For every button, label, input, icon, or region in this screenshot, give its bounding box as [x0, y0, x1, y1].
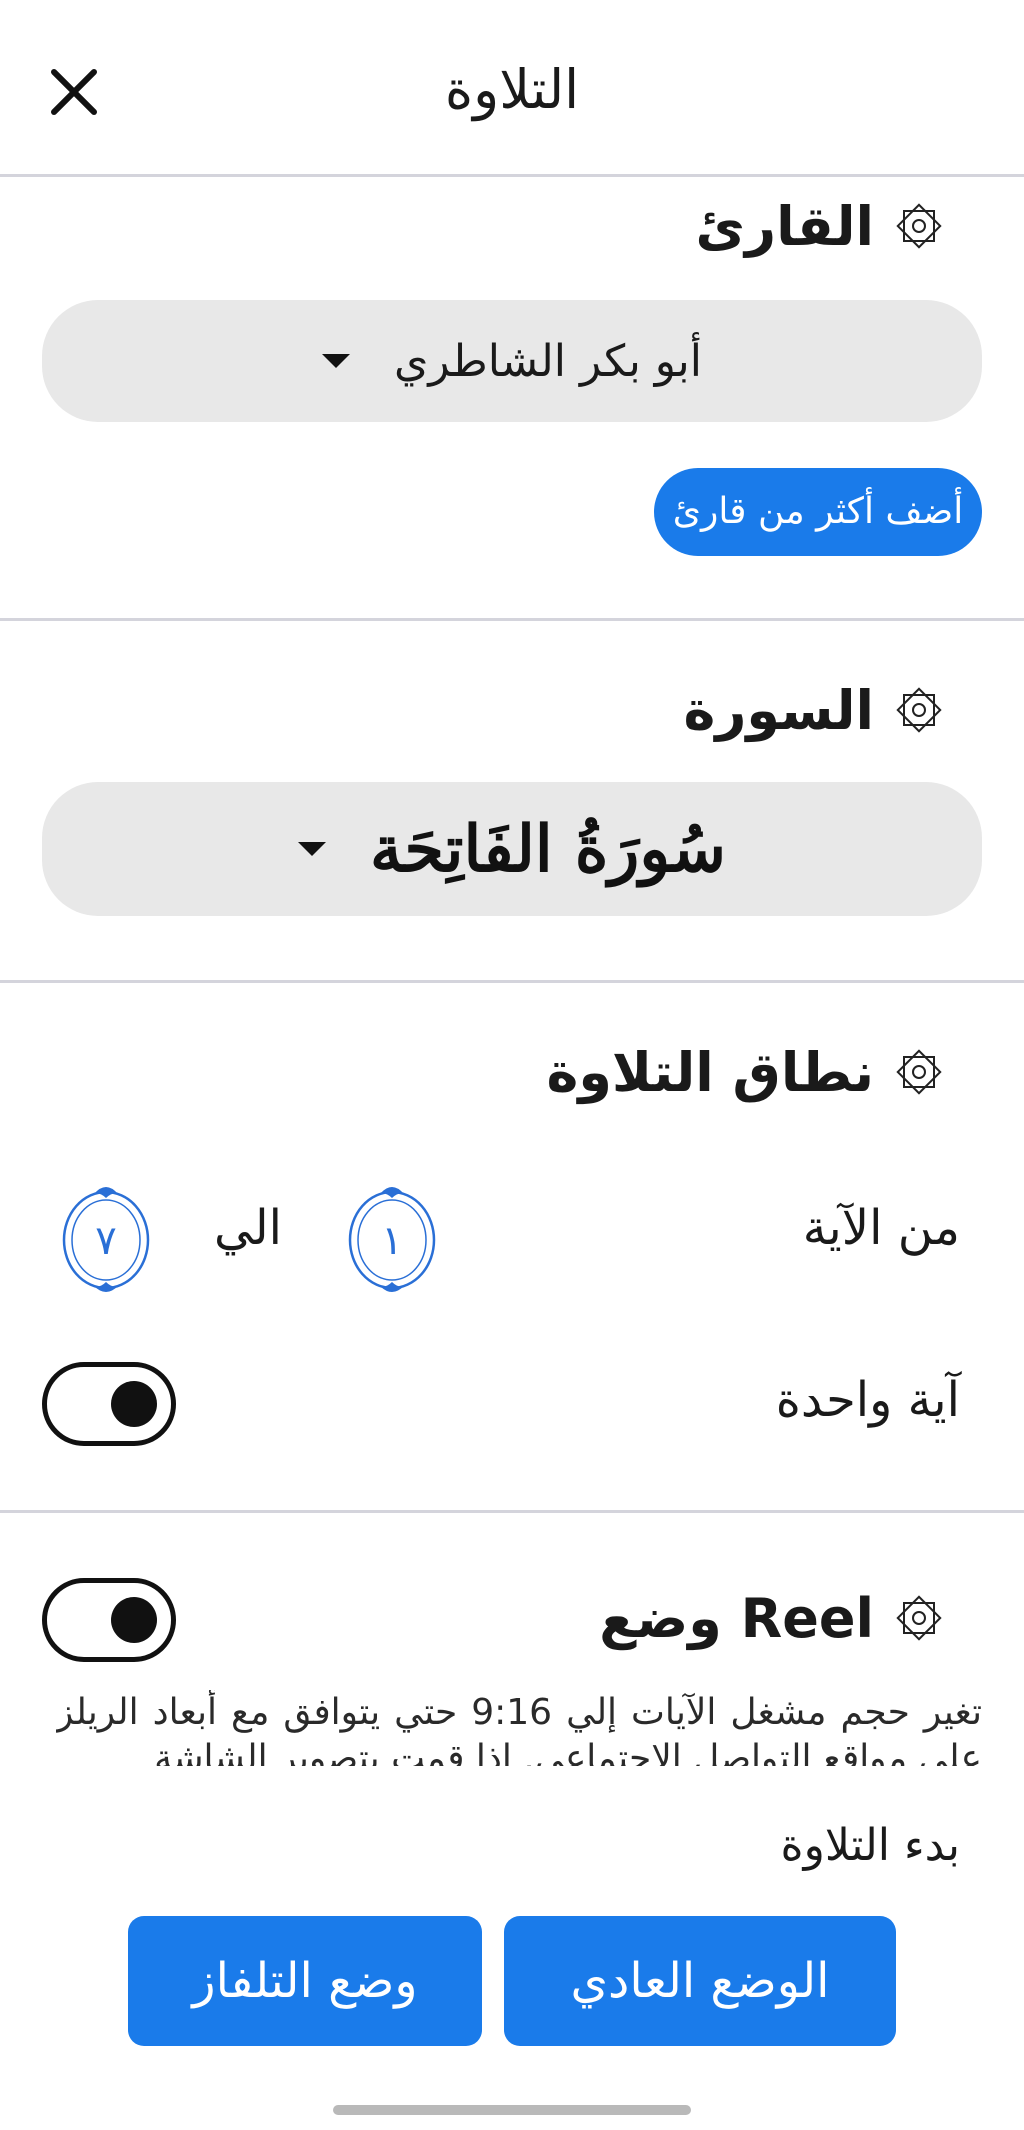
reciter-section-header: القارئ	[695, 186, 944, 266]
close-button[interactable]	[40, 58, 108, 126]
section-diamond-icon	[896, 1595, 942, 1641]
to-label: الي	[214, 1200, 282, 1256]
from-ayah-label: من الآية	[802, 1200, 960, 1256]
toggle-knob	[111, 1381, 157, 1427]
surah-title: السورة	[683, 678, 874, 742]
tv-mode-button[interactable]: وضع التلفاز	[128, 1916, 482, 2046]
reel-toggle[interactable]	[42, 1578, 176, 1662]
reciter-title: القارئ	[695, 194, 874, 258]
toggle-knob	[111, 1597, 157, 1643]
to-ayah-number: ٧	[95, 1218, 116, 1264]
reciter-selected: أبو بكر الشاطري	[393, 335, 703, 387]
to-ayah-marker[interactable]: ٧	[60, 1182, 152, 1292]
section-divider	[0, 1510, 1024, 1513]
from-ayah-marker[interactable]: ١	[346, 1182, 438, 1292]
range-title: نطاق التلاوة	[546, 1040, 874, 1104]
surah-selected: سُورَةُ الفَاتِحَة	[370, 811, 726, 887]
caret-down-icon	[298, 842, 326, 856]
from-ayah-number: ١	[381, 1218, 402, 1264]
section-divider	[0, 980, 1024, 983]
range-section-header: نطاق التلاوة	[546, 1032, 944, 1112]
start-recitation-label: بدء التلاوة	[780, 1820, 960, 1871]
close-icon	[51, 69, 97, 115]
section-divider	[0, 618, 1024, 621]
home-indicator	[333, 2105, 691, 2115]
page-title: التلاوة	[444, 58, 580, 121]
reel-description: تغير حجم مشغل الآيات إلي 9:16 حتي يتوافق…	[56, 1692, 982, 1766]
reel-section-header: وضع Reel	[599, 1578, 944, 1658]
caret-down-icon	[321, 354, 350, 368]
reciter-dropdown[interactable]: أبو بكر الشاطري	[42, 300, 982, 422]
header: التلاوة	[0, 0, 1024, 176]
normal-mode-button[interactable]: الوضع العادي	[504, 1916, 896, 2046]
surah-section-header: السورة	[683, 670, 944, 750]
section-diamond-icon	[896, 1049, 942, 1095]
single-ayah-label: آية واحدة	[775, 1372, 960, 1428]
header-divider	[0, 174, 1024, 177]
single-ayah-toggle[interactable]	[42, 1362, 176, 1446]
add-reciter-button[interactable]: أضف أكثر من قارئ	[654, 468, 982, 556]
reel-title: وضع Reel	[599, 1586, 874, 1650]
surah-dropdown[interactable]: سُورَةُ الفَاتِحَة	[42, 782, 982, 916]
section-diamond-icon	[896, 687, 942, 733]
section-diamond-icon	[896, 203, 942, 249]
